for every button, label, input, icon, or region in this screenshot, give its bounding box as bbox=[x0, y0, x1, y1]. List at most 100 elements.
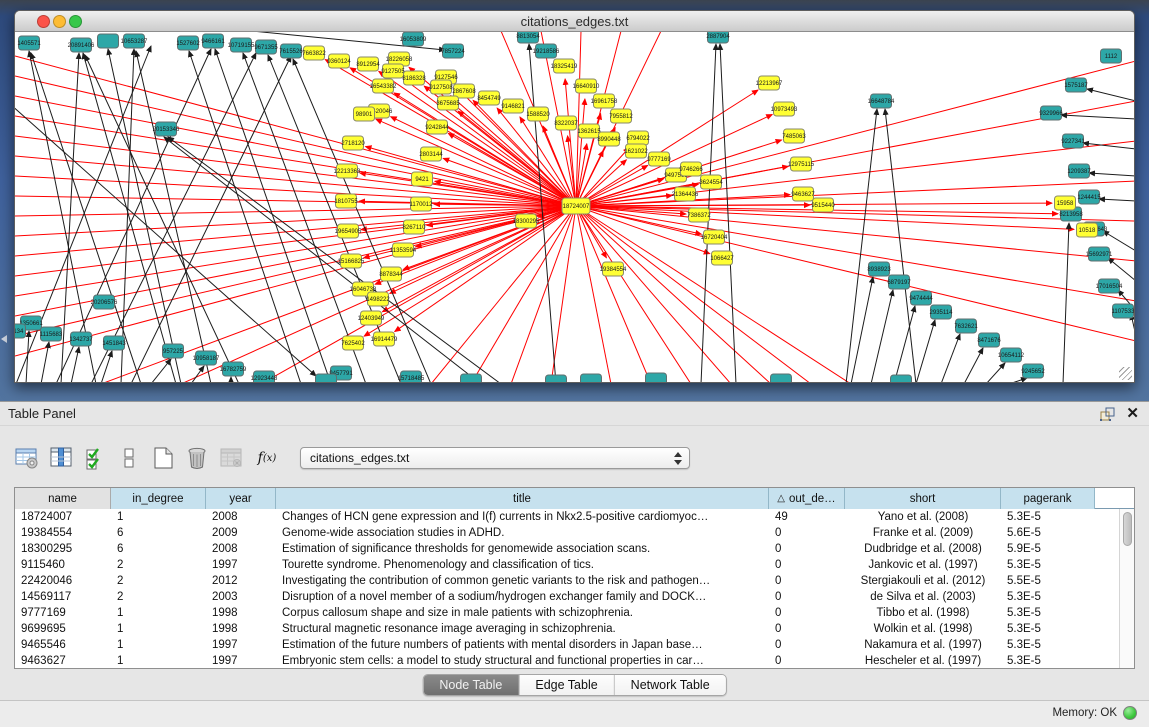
table-cell[interactable]: 2009 bbox=[206, 525, 276, 541]
table-cell[interactable]: 2012 bbox=[206, 573, 276, 589]
column-header-name[interactable]: name bbox=[15, 488, 111, 509]
graph-node[interactable]: 15958 bbox=[1055, 196, 1076, 210]
graph-node[interactable]: 10654112 bbox=[998, 348, 1025, 362]
graph-node[interactable]: 16543382 bbox=[370, 79, 397, 93]
table-cell[interactable]: 9465546 bbox=[15, 637, 111, 653]
graph-node[interactable]: 8471676 bbox=[977, 333, 1001, 347]
table-cell[interactable]: Hescheler et al. (1997) bbox=[845, 653, 1001, 668]
graph-node[interactable]: 39134 bbox=[15, 324, 26, 338]
graph-node[interactable]: 9777169 bbox=[647, 152, 671, 166]
table-cell[interactable]: Stergiakouli et al. (2012) bbox=[845, 573, 1001, 589]
table-cell[interactable]: 5.3E-5 bbox=[1001, 621, 1095, 637]
graph-node[interactable]: 9463627 bbox=[791, 187, 815, 201]
graph-node[interactable] bbox=[581, 374, 602, 382]
column-visibility-icon[interactable] bbox=[48, 445, 74, 471]
column-header-in_degree[interactable]: in_degree bbox=[111, 488, 206, 509]
graph-node[interactable]: 8267110 bbox=[403, 220, 427, 234]
graph-node[interactable]: 9146821 bbox=[501, 99, 525, 113]
graph-node[interactable]: 1209387 bbox=[1067, 164, 1091, 178]
graph-node[interactable]: 8813054 bbox=[516, 32, 540, 43]
table-cell[interactable]: Embryonic stem cells: a model to study s… bbox=[276, 653, 769, 668]
table-cell[interactable]: Corpus callosum shape and size in male p… bbox=[276, 605, 769, 621]
table-cell[interactable]: 2008 bbox=[206, 541, 276, 557]
graph-node[interactable]: 10518 bbox=[1077, 223, 1098, 237]
table-vertical-scrollbar[interactable] bbox=[1119, 509, 1134, 668]
graph-node[interactable]: 16648784 bbox=[868, 94, 895, 108]
graph-node[interactable]: 1115683 bbox=[40, 327, 63, 341]
graph-node[interactable]: 9127508 bbox=[429, 80, 453, 94]
table-cell[interactable]: 0 bbox=[769, 605, 845, 621]
table-cell[interactable]: Tourette syndrome. Phenomenology and cla… bbox=[276, 557, 769, 573]
table-cell[interactable]: Investigating the contribution of common… bbox=[276, 573, 769, 589]
graph-node[interactable]: 20891406 bbox=[68, 38, 95, 52]
graph-node[interactable]: 18325419 bbox=[551, 59, 578, 73]
table-cell[interactable]: Genome-wide association studies in ADHD. bbox=[276, 525, 769, 541]
graph-node[interactable]: 9329966 bbox=[1039, 106, 1063, 120]
table-cell[interactable]: 1 bbox=[111, 637, 206, 653]
table-cell[interactable]: 9115460 bbox=[15, 557, 111, 573]
table-cell[interactable]: 0 bbox=[769, 621, 845, 637]
column-header-short[interactable]: short bbox=[845, 488, 1001, 509]
graph-node[interactable]: 9746266 bbox=[679, 162, 703, 176]
graph-node[interactable] bbox=[771, 374, 792, 382]
graph-node[interactable]: 16961758 bbox=[591, 94, 618, 108]
graph-node[interactable]: 1498222 bbox=[366, 292, 390, 306]
graph-node[interactable] bbox=[646, 373, 667, 382]
graph-node[interactable]: 9671355 bbox=[254, 40, 278, 54]
graph-node[interactable]: 16640910 bbox=[573, 79, 600, 93]
graph-node[interactable]: 1810755 bbox=[334, 194, 358, 208]
table-cell[interactable]: Estimation of the future numbers of pati… bbox=[276, 637, 769, 653]
new-column-icon[interactable] bbox=[150, 445, 176, 471]
graph-node[interactable]: 8454749 bbox=[477, 91, 501, 105]
graph-node[interactable] bbox=[891, 375, 912, 382]
graph-node[interactable]: 15718485 bbox=[398, 371, 425, 382]
graph-node[interactable]: 2718120 bbox=[341, 136, 365, 150]
table-cell[interactable]: 9463627 bbox=[15, 653, 111, 668]
table-row[interactable]: 946554611997Estimation of the future num… bbox=[15, 637, 1119, 653]
table-cell[interactable]: 5.3E-5 bbox=[1001, 509, 1095, 525]
graph-node[interactable]: 2887904 bbox=[706, 32, 730, 43]
table-row[interactable]: 977716911998Corpus callosum shape and si… bbox=[15, 605, 1119, 621]
graph-node[interactable]: 10958187 bbox=[193, 351, 220, 365]
table-cell[interactable]: 1997 bbox=[206, 653, 276, 668]
graph-node[interactable]: 2803144 bbox=[419, 147, 443, 161]
graph-node[interactable]: 7485063 bbox=[782, 129, 806, 143]
graph-node[interactable]: 10719155 bbox=[228, 38, 255, 52]
graph-node[interactable]: 9360124 bbox=[327, 54, 351, 68]
graph-node[interactable]: 7615526 bbox=[279, 44, 303, 58]
graph-node[interactable]: 16053809 bbox=[400, 32, 427, 46]
table-cell[interactable]: 6 bbox=[111, 525, 206, 541]
table-cell[interactable]: 9777169 bbox=[15, 605, 111, 621]
column-header-pagerank[interactable]: pagerank bbox=[1001, 488, 1095, 509]
graph-node[interactable]: 8990448 bbox=[597, 132, 621, 146]
table-cell[interactable]: 0 bbox=[769, 573, 845, 589]
table-cell[interactable]: 1997 bbox=[206, 637, 276, 653]
graph-node[interactable]: 6879197 bbox=[887, 275, 911, 289]
table-cell[interactable]: 0 bbox=[769, 541, 845, 557]
table-mode-icon[interactable] bbox=[14, 445, 40, 471]
row-icon[interactable] bbox=[116, 445, 142, 471]
table-cell[interactable]: 5.3E-5 bbox=[1001, 637, 1095, 653]
graph-node[interactable]: 12213363 bbox=[334, 164, 361, 178]
table-cell[interactable]: Dudbridge et al. (2008) bbox=[845, 541, 1001, 557]
graph-node[interactable]: 957225 bbox=[163, 344, 184, 358]
graph-node[interactable]: 7955812 bbox=[609, 109, 633, 123]
table-cell[interactable]: Disruption of a novel member of a sodium… bbox=[276, 589, 769, 605]
table-cell[interactable]: Jankovic et al. (1997) bbox=[845, 557, 1001, 573]
graph-node[interactable]: 1527602 bbox=[176, 36, 200, 50]
graph-node[interactable]: 12213967 bbox=[756, 76, 783, 90]
column-header-title[interactable]: title bbox=[276, 488, 769, 509]
graph-node[interactable]: 1362615 bbox=[577, 124, 601, 138]
table-cell[interactable]: 5.5E-5 bbox=[1001, 573, 1095, 589]
graph-node[interactable]: 8878344 bbox=[379, 267, 403, 281]
graph-node[interactable]: 10973493 bbox=[771, 102, 798, 116]
graph-node[interactable] bbox=[546, 375, 567, 382]
graph-node[interactable]: 1066427 bbox=[710, 251, 734, 265]
graph-node[interactable]: 7625402 bbox=[341, 336, 365, 350]
graph-node[interactable]: 6794022 bbox=[626, 131, 650, 145]
graph-node[interactable] bbox=[98, 34, 119, 48]
graph-node[interactable]: 8322037 bbox=[554, 116, 578, 130]
table-cell[interactable]: 2 bbox=[111, 557, 206, 573]
table-cell[interactable]: 18300295 bbox=[15, 541, 111, 557]
table-cell[interactable]: 1997 bbox=[206, 557, 276, 573]
